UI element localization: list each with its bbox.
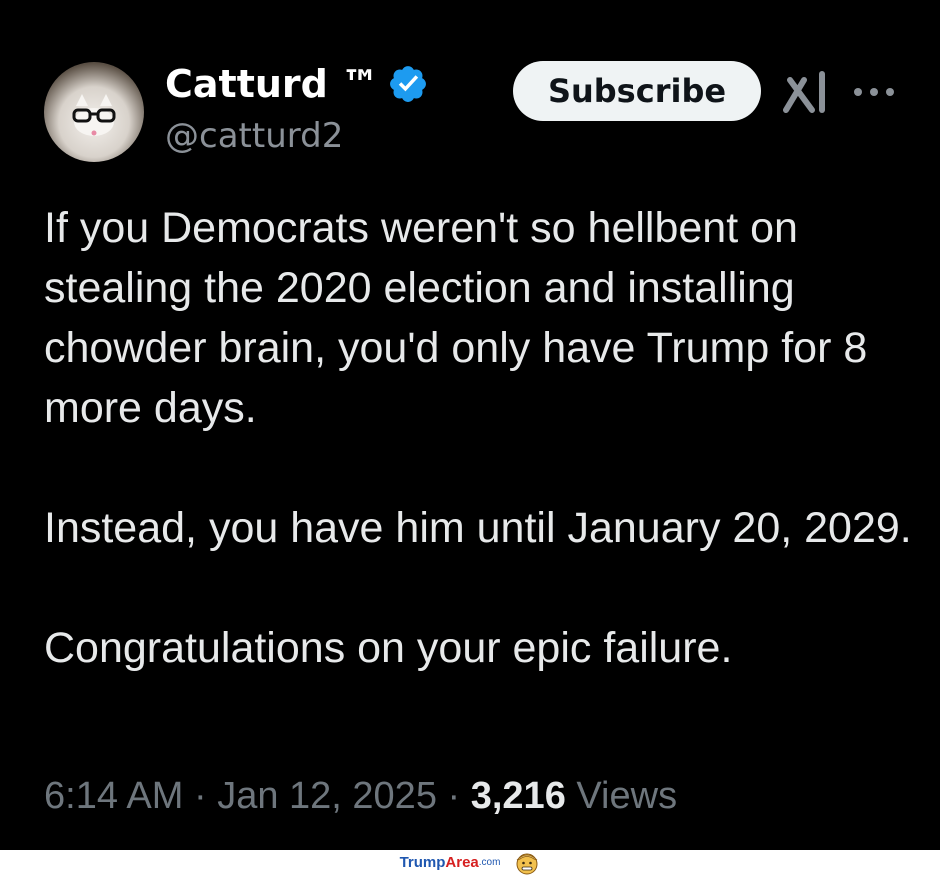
watermark-brand-suffix: .com (478, 857, 501, 868)
author-avatar[interactable] (44, 62, 144, 162)
watermark-brand-trump: Trump (399, 854, 446, 871)
more-options-icon[interactable] (852, 86, 896, 98)
tweet-text: If you Democrats weren't so hellbent on … (44, 198, 914, 678)
tweet-time[interactable]: 6:14 AM (44, 775, 183, 817)
meta-separator: · (193, 775, 207, 817)
views-label: Views (576, 775, 678, 817)
watermark-bar: Trump Area .com (0, 850, 940, 875)
trump-face-emoji-icon (516, 853, 538, 874)
subscribe-button[interactable]: Subscribe (513, 61, 761, 121)
grok-icon[interactable] (782, 70, 832, 114)
tweet-meta: 6:14 AM · Jan 12, 2025 · 3,216 Views (44, 775, 677, 818)
tweet-paragraph: If you Democrats weren't so hellbent on … (44, 204, 868, 432)
views-count[interactable]: 3,216 (471, 775, 566, 817)
author-name-row[interactable]: Catturd ™ (165, 62, 429, 106)
author-handle[interactable]: @catturd2 (165, 116, 343, 156)
watermark-brand-area: Area (445, 854, 479, 871)
cat-with-glasses-avatar (72, 94, 116, 136)
tweet-card: Catturd ™ @catturd2 Subscribe If you Dem… (0, 0, 940, 850)
tweet-paragraph: Congratulations on your epic failure. (44, 624, 733, 672)
tweet-date[interactable]: Jan 12, 2025 (217, 775, 437, 817)
tweet-paragraph: Instead, you have him until January 20, … (44, 504, 912, 552)
meta-separator: · (447, 775, 461, 817)
author-name[interactable]: Catturd ™ (165, 62, 379, 106)
verified-badge-icon (390, 66, 427, 102)
